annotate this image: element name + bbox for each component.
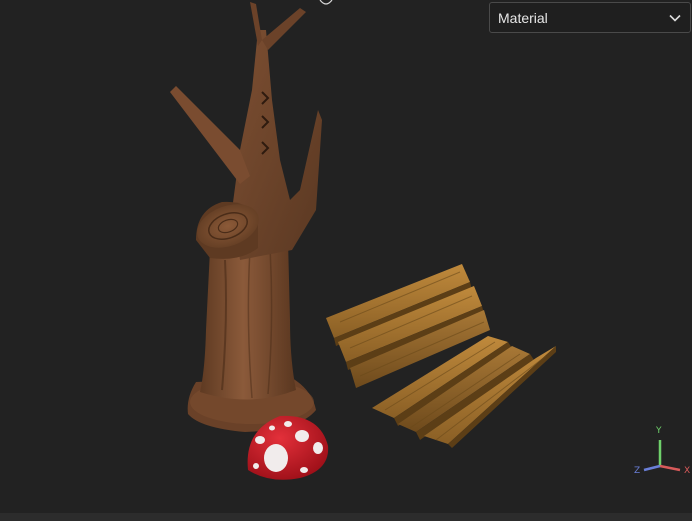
chevron-down-icon xyxy=(664,7,686,29)
view-mode-dropdown[interactable]: Material xyxy=(489,2,691,33)
x-axis-line xyxy=(659,464,681,472)
3d-viewport[interactable]: Material Y Z X xyxy=(0,0,692,513)
y-axis-label: Y xyxy=(656,426,662,436)
viewport-focus-icon xyxy=(319,0,333,5)
bottom-status-bar xyxy=(0,513,692,521)
tree-stump-model[interactable] xyxy=(170,2,322,432)
park-bench-model[interactable] xyxy=(326,264,556,448)
view-mode-selected-label: Material xyxy=(498,9,548,26)
scene-render[interactable] xyxy=(0,0,692,513)
z-axis-line xyxy=(643,464,661,472)
x-axis-label: X xyxy=(684,466,691,476)
z-axis-label: Z xyxy=(634,466,641,476)
axis-gizmo[interactable]: Y Z X xyxy=(630,424,692,480)
